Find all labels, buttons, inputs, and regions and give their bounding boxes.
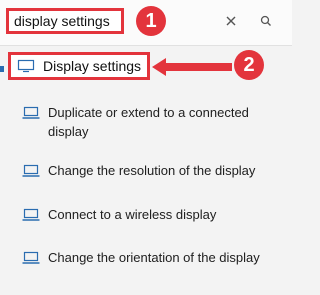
settings-search-panel: display settings 1 2 Display settings Du… [0,0,292,295]
result-label: Change the orientation of the display [48,250,260,265]
result-change-orientation[interactable]: Change the orientation of the display [22,248,282,267]
result-connect-wireless[interactable]: Connect to a wireless display [22,205,282,224]
laptop-icon [22,106,40,119]
step-1-badge: 1 [136,6,166,36]
laptop-icon [22,208,40,221]
result-change-resolution[interactable]: Change the resolution of the display [22,161,282,180]
search-input[interactable]: display settings [14,13,110,29]
laptop-icon [22,251,40,264]
result-label: Duplicate or extend to a connected displ… [48,105,249,139]
laptop-icon [22,164,40,177]
search-results: Display settings Duplicate or extend to … [0,46,292,295]
result-duplicate-extend[interactable]: Duplicate or extend to a connected displ… [22,103,282,141]
search-input-box[interactable]: display settings [6,8,124,34]
search-bar: display settings 1 [0,0,292,46]
monitor-icon [17,59,35,73]
close-icon[interactable] [223,13,239,29]
search-icon[interactable] [258,13,274,29]
result-label: Connect to a wireless display [48,207,217,222]
result-label: Change the resolution of the display [48,163,256,178]
result-display-settings[interactable]: Display settings [8,52,150,80]
result-label: Display settings [43,57,142,74]
